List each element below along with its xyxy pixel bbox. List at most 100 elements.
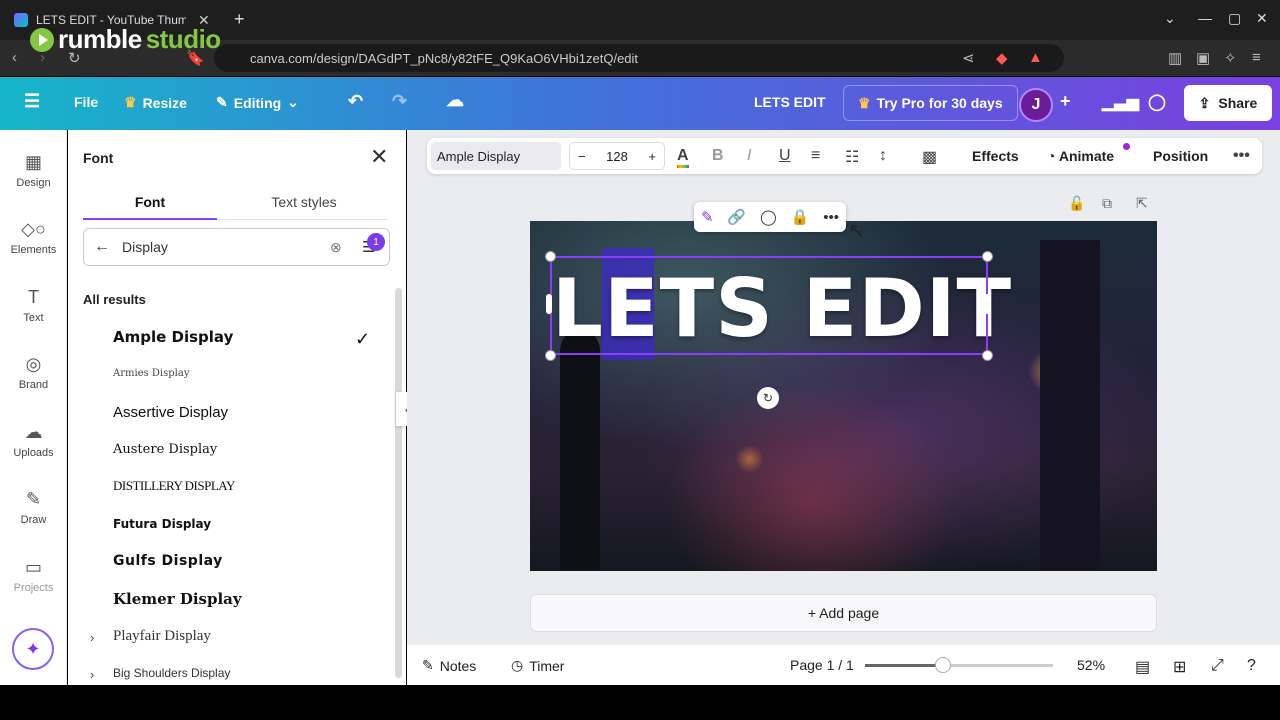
link-icon[interactable]: 🔗 [727, 208, 746, 226]
close-window-icon[interactable]: ✕ [1256, 10, 1268, 27]
resize-handle[interactable] [545, 251, 556, 262]
insights-icon[interactable]: ▁▃▅ [1102, 92, 1139, 112]
transparency-icon[interactable]: ▩ [922, 147, 937, 167]
tab-font[interactable]: Font [83, 194, 217, 210]
menu-icon[interactable]: ≡ [1252, 49, 1261, 66]
rail-label: Draw [20, 514, 47, 526]
font-size-stepper[interactable]: − 128 + [569, 142, 665, 170]
rail-projects[interactable]: ▭ Projects [0, 557, 67, 594]
fullscreen-icon[interactable]: ⤢ [1211, 657, 1224, 675]
font-size-value[interactable]: 128 [606, 149, 628, 164]
underline-icon[interactable]: U [779, 147, 791, 165]
zoom-level[interactable]: 52% [1077, 657, 1105, 673]
spacing-icon[interactable]: ↕ [879, 147, 887, 165]
bold-icon[interactable]: B [712, 147, 724, 165]
brave-shield-icon[interactable]: ◆ [996, 49, 1008, 67]
increase-size-icon[interactable]: + [648, 149, 656, 164]
wallet-icon[interactable]: ▣ [1196, 49, 1210, 67]
editing-mode-button[interactable]: ✎ Editing ⌄ [216, 94, 299, 111]
undo-icon[interactable]: ↶ [348, 91, 363, 112]
font-option[interactable]: Playfair Display [113, 628, 211, 645]
grid-view-icon[interactable]: ⊞ [1173, 657, 1186, 677]
magic-edit-icon[interactable]: ✎ [701, 208, 714, 226]
file-menu[interactable]: File [74, 94, 98, 110]
rail-brand[interactable]: ◎ Brand [0, 354, 67, 391]
font-option[interactable]: Klemer Display [113, 590, 242, 608]
font-option[interactable]: Big Shoulders Display [113, 666, 230, 680]
font-option[interactable]: Futura Display [113, 517, 211, 531]
design-title[interactable]: LETS EDIT [754, 94, 826, 110]
font-option[interactable]: Ample Display [113, 328, 233, 346]
text-color-icon[interactable]: A [677, 147, 689, 168]
font-option[interactable]: Austere Display [113, 442, 217, 457]
leo-icon[interactable]: ✧ [1224, 49, 1237, 67]
font-option[interactable]: Armies Display [113, 368, 189, 379]
comment-icon[interactable]: ◯ [760, 208, 777, 226]
duplicate-page-icon[interactable]: ⧉ [1102, 195, 1112, 212]
avatar[interactable]: J [1019, 88, 1053, 122]
redo-icon[interactable]: ↷ [392, 91, 407, 112]
rotate-handle-icon[interactable]: ↻ [757, 387, 779, 409]
effects-button[interactable]: Effects [972, 148, 1019, 164]
lock-page-icon[interactable]: 🔓 [1068, 195, 1085, 212]
minimize-icon[interactable]: — [1198, 10, 1212, 26]
resize-handle[interactable] [545, 350, 556, 361]
add-page-icon[interactable]: ⇱ [1136, 195, 1148, 212]
add-page-button[interactable]: + Add page [530, 594, 1157, 632]
maximize-icon[interactable]: ▢ [1228, 10, 1241, 27]
url-field[interactable]: canva.com/design/DAGdPT_pNc8/y82tFE_Q9Ka… [214, 44, 1064, 72]
notes-button[interactable]: ✎ Notes [422, 657, 476, 674]
zoom-slider-knob[interactable] [935, 657, 952, 673]
tab-list-icon[interactable]: ⌄ [1164, 10, 1176, 27]
results-heading: All results [83, 292, 146, 307]
font-option[interactable]: Gulfs Display [113, 553, 223, 569]
side-handle[interactable] [984, 294, 990, 314]
font-option[interactable]: Assertive Display [113, 404, 228, 421]
share-page-icon[interactable]: ⋖ [962, 49, 975, 67]
new-tab-icon[interactable]: + [234, 9, 245, 30]
tab-text-styles[interactable]: Text styles [237, 194, 371, 210]
sidebar-toggle-icon[interactable]: ▥ [1168, 49, 1182, 67]
hamburger-icon[interactable]: ☰ [24, 91, 40, 112]
share-button[interactable]: ⇪ Share [1184, 85, 1272, 121]
add-collaborator-icon[interactable]: + [1060, 91, 1071, 112]
rail-uploads[interactable]: ☁ Uploads [0, 422, 67, 459]
rail-draw[interactable]: ✎ Draw [0, 489, 67, 526]
rail-elements[interactable]: ◇○ Elements [0, 219, 67, 256]
close-icon[interactable]: ✕ [370, 144, 388, 170]
animate-button[interactable]: ◔ Animate [1047, 148, 1114, 164]
chevron-right-icon[interactable]: › [90, 630, 94, 645]
rail-text[interactable]: T Text [0, 287, 67, 324]
resize-handle[interactable] [982, 350, 993, 361]
chevron-right-icon[interactable]: › [90, 667, 94, 682]
panel-scrollbar[interactable] [395, 288, 402, 678]
back-icon[interactable]: ‹ [12, 49, 17, 66]
align-center-icon[interactable]: ≡ [811, 147, 820, 165]
back-arrow-icon[interactable]: ← [94, 238, 110, 256]
font-picker[interactable]: Ample Display [431, 142, 561, 170]
decrease-size-icon[interactable]: − [578, 149, 586, 164]
more-options-icon[interactable]: ••• [1233, 147, 1250, 165]
list-icon[interactable]: ☷ [845, 147, 859, 167]
timer-button[interactable]: ◷ Timer [511, 657, 564, 674]
pages-view-icon[interactable]: ▤ [1135, 657, 1150, 677]
position-button[interactable]: Position [1153, 148, 1208, 164]
italic-icon[interactable]: I [747, 147, 751, 165]
lock-icon[interactable]: 🔒 [791, 208, 810, 226]
comment-icon[interactable]: ◯ [1148, 92, 1166, 112]
brave-rewards-icon[interactable]: ▲ [1028, 49, 1043, 66]
more-icon[interactable]: ••• [823, 209, 839, 226]
page-indicator[interactable]: Page 1 / 1 [790, 657, 854, 673]
magic-assistant-icon[interactable]: ✦ [12, 628, 54, 670]
resize-button[interactable]: ♛ Resize [124, 94, 187, 111]
resize-handle[interactable] [982, 251, 993, 262]
try-pro-button[interactable]: ♛ Try Pro for 30 days [843, 85, 1018, 121]
side-handle[interactable] [546, 294, 552, 314]
font-option[interactable]: DISTILLERY DISPLAY [113, 478, 235, 494]
help-icon[interactable]: ? [1247, 657, 1256, 675]
clear-search-icon[interactable]: ⊗ [330, 239, 342, 256]
font-search-input[interactable]: ← Display ⊗ ☰ [83, 228, 390, 266]
rail-design[interactable]: ▦ Design [0, 152, 67, 189]
cloud-save-icon[interactable]: ☁ [446, 90, 464, 111]
selection-box[interactable] [550, 256, 988, 355]
